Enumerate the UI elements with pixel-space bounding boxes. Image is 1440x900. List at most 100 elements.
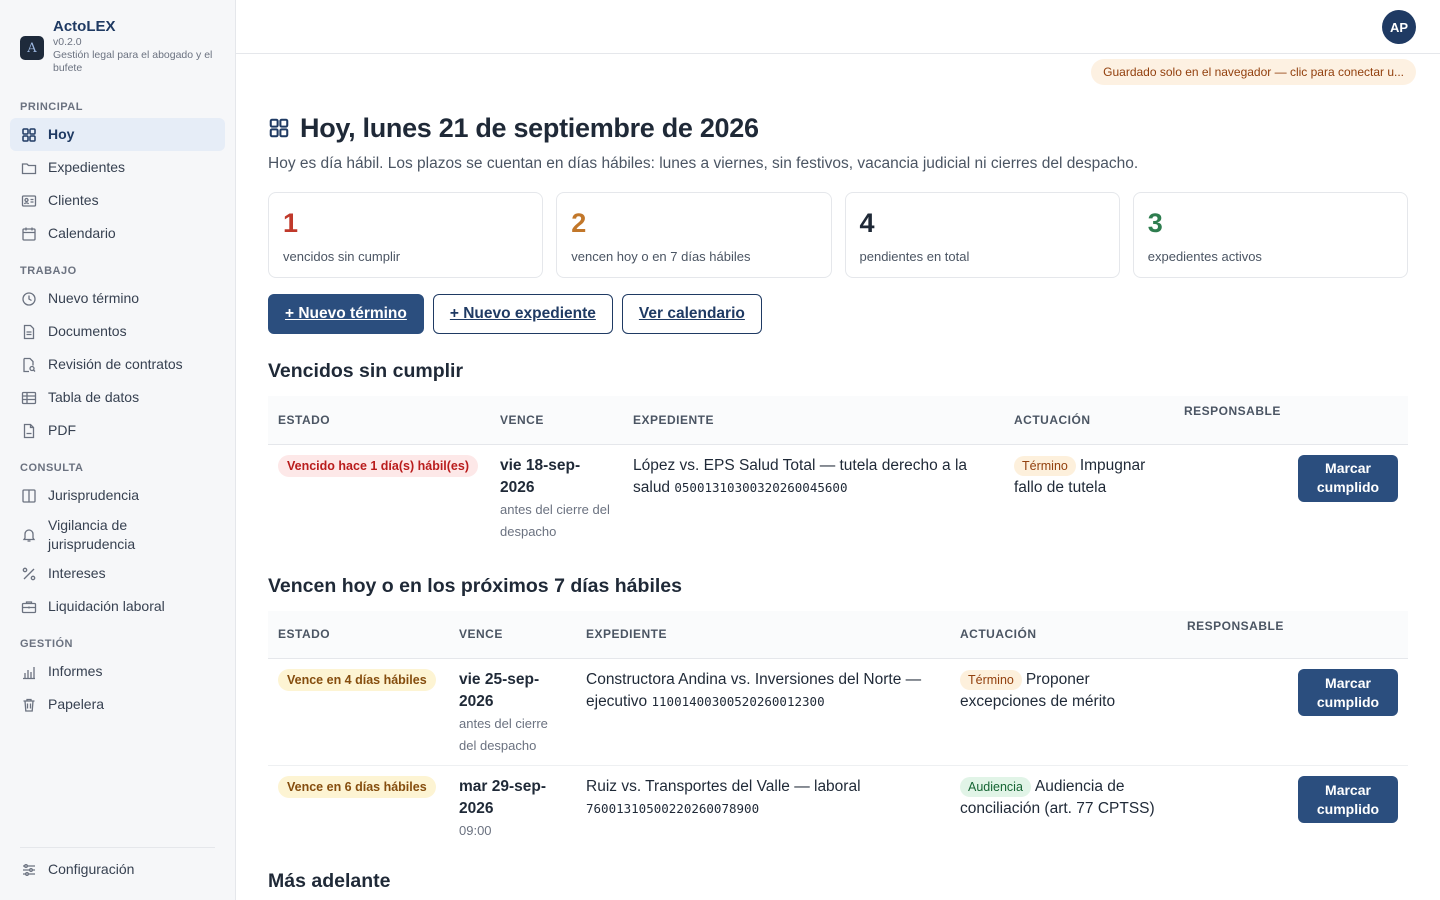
mark-done-button[interactable]: Marcar cumplido bbox=[1298, 454, 1398, 502]
sidebar-item-informes[interactable]: Informes bbox=[10, 655, 225, 688]
topbar: AP bbox=[236, 0, 1440, 54]
sidebar-item-hoy[interactable]: Hoy bbox=[10, 118, 225, 151]
sidebar-item-label: Clientes bbox=[48, 192, 99, 208]
column-header-vence: VENCE bbox=[490, 396, 623, 445]
nav-section-principal: PRINCIPAL bbox=[20, 101, 83, 113]
sidebar-item-revision-contratos[interactable]: Revisión de contratos bbox=[10, 348, 225, 381]
sidebar: A ActoLEX v0.2.0 Gestión legal para el a… bbox=[0, 0, 236, 900]
status-badge: Vencido hace 1 día(s) hábil(es) bbox=[278, 454, 479, 477]
sidebar-item-label: Jurisprudencia bbox=[48, 487, 140, 503]
clock-icon bbox=[20, 290, 38, 308]
sidebar-item-label: Documentos bbox=[48, 323, 127, 339]
new-case-button[interactable]: + Nuevo expediente bbox=[432, 294, 613, 334]
sidebar-item-label: Calendario bbox=[48, 225, 116, 241]
sidebar-item-clientes[interactable]: Clientes bbox=[10, 184, 225, 217]
due-date: mar 29-sep-2026 bbox=[459, 778, 547, 817]
sidebar-item-label: PDF bbox=[48, 422, 76, 438]
section-title-overdue: Vencidos sin cumplir bbox=[268, 360, 464, 382]
avatar[interactable]: AP bbox=[1382, 10, 1416, 44]
due-note: antes del cierre del despacho bbox=[459, 716, 548, 753]
due-note: 09:00 bbox=[459, 823, 492, 838]
case-number: 11001400300520260012300 bbox=[651, 694, 825, 709]
sidebar-item-pdf[interactable]: PDF bbox=[10, 414, 225, 447]
main-content: Hoy, lunes 21 de septiembre de 2026 Hoy … bbox=[268, 100, 1408, 900]
sidebar-item-nuevo-termino[interactable]: Nuevo término bbox=[10, 282, 225, 315]
page-subtitle: Hoy es día hábil. Los plazos se cuentan … bbox=[268, 155, 1139, 172]
sidebar-divider bbox=[20, 847, 215, 848]
sidebar-item-liquidacion[interactable]: Liquidación laboral bbox=[10, 590, 225, 623]
section-title-later: Más adelante bbox=[268, 870, 391, 892]
sidebar-item-papelera[interactable]: Papelera bbox=[10, 688, 225, 721]
grid-icon bbox=[268, 117, 290, 139]
brand[interactable]: A ActoLEX v0.2.0 Gestión legal para el a… bbox=[0, 0, 235, 92]
sidebar-item-label: Tabla de datos bbox=[48, 389, 140, 405]
mark-done-button[interactable]: Marcar cumplido bbox=[1298, 669, 1398, 716]
view-calendar-button[interactable]: Ver calendario bbox=[621, 294, 762, 334]
column-header-actuacion: ACTUACIÓN bbox=[1004, 396, 1174, 445]
stat-label: pendientes en total bbox=[859, 249, 970, 264]
stat-value: 4 bbox=[859, 208, 875, 238]
app-name: ActoLEX bbox=[53, 18, 116, 35]
nav-section-consulta: CONSULTA bbox=[20, 462, 84, 474]
stat-value: 3 bbox=[1147, 208, 1163, 238]
pdf-icon bbox=[20, 422, 38, 440]
stat-label: vencidos sin cumplir bbox=[283, 249, 401, 264]
document-icon bbox=[20, 323, 38, 341]
sidebar-item-expedientes[interactable]: Expedientes bbox=[10, 151, 225, 184]
sidebar-item-configuracion[interactable]: Configuración bbox=[10, 853, 225, 886]
sidebar-item-vigilancia[interactable]: Vigilancia de jurisprudencia bbox=[10, 512, 225, 557]
stat-value: 1 bbox=[283, 208, 299, 238]
column-header-responsable: RESPONSABLE bbox=[1174, 396, 1408, 445]
save-status-banner[interactable]: Guardado solo en el navegador — clic par… bbox=[1091, 59, 1416, 85]
stat-card-vencidos: 1 vencidos sin cumplir bbox=[268, 192, 544, 278]
column-header-estado: ESTADO bbox=[268, 396, 490, 445]
type-tag: Término bbox=[960, 670, 1022, 690]
stat-label: vencen hoy o en 7 días hábiles bbox=[571, 249, 751, 264]
stats-row: 1 vencidos sin cumplir 2 vencen hoy o en… bbox=[268, 192, 1408, 278]
sidebar-item-label: Liquidación laboral bbox=[48, 598, 165, 614]
sidebar-item-calendario[interactable]: Calendario bbox=[10, 217, 225, 250]
table-header-row: ESTADO VENCE EXPEDIENTE ACTUACIÓN RESPON… bbox=[268, 396, 1408, 445]
page-title: Hoy, lunes 21 de septiembre de 2026 bbox=[300, 112, 759, 143]
sidebar-item-jurisprudencia[interactable]: Jurisprudencia bbox=[10, 479, 225, 512]
sidebar-item-label: Revisión de contratos bbox=[48, 356, 183, 372]
document-search-icon bbox=[20, 356, 38, 374]
due-date: vie 25-sep-2026 bbox=[459, 671, 540, 710]
grid-icon bbox=[20, 126, 38, 144]
percent-icon bbox=[20, 565, 38, 583]
table-header-row: ESTADO VENCE EXPEDIENTE ACTUACIÓN RESPON… bbox=[268, 610, 1408, 659]
book-icon bbox=[20, 487, 38, 505]
folder-icon bbox=[20, 159, 38, 177]
table-row: Vencido hace 1 día(s) hábil(es) vie 18-s… bbox=[268, 444, 1408, 551]
sidebar-item-intereses[interactable]: Intereses bbox=[10, 557, 225, 590]
column-header-vence: VENCE bbox=[449, 610, 576, 659]
sidebar-item-tabla-datos[interactable]: Tabla de datos bbox=[10, 381, 225, 414]
upcoming-table: ESTADO VENCE EXPEDIENTE ACTUACIÓN RESPON… bbox=[268, 610, 1408, 851]
sidebar-item-label: Vigilancia de jurisprudencia bbox=[48, 516, 136, 552]
status-badge: Vence en 4 días hábiles bbox=[278, 669, 436, 691]
type-tag: Audiencia bbox=[960, 777, 1031, 797]
sidebar-item-label: Expedientes bbox=[48, 159, 126, 175]
due-date: vie 18-sep-2026 bbox=[500, 456, 581, 496]
sidebar-item-label: Papelera bbox=[48, 696, 105, 712]
page-title-row: Hoy, lunes 21 de septiembre de 2026 bbox=[268, 100, 1408, 156]
sidebar-item-documentos[interactable]: Documentos bbox=[10, 315, 225, 348]
case-number: 76001310500220260078900 bbox=[586, 801, 760, 816]
table-icon bbox=[20, 389, 38, 407]
column-header-responsable: RESPONSABLE bbox=[1177, 610, 1408, 659]
sidebar-item-label: Intereses bbox=[48, 565, 106, 581]
sidebar-item-label: Informes bbox=[48, 663, 103, 679]
stat-value: 2 bbox=[571, 208, 587, 238]
mark-done-button[interactable]: Marcar cumplido bbox=[1298, 776, 1398, 823]
stat-label: expedientes activos bbox=[1147, 249, 1262, 264]
new-term-button[interactable]: + Nuevo término bbox=[268, 294, 424, 334]
column-header-expediente: EXPEDIENTE bbox=[576, 610, 950, 659]
table-row: Vence en 6 días hábiles mar 29-sep-2026 … bbox=[268, 766, 1408, 851]
status-badge: Vence en 6 días hábiles bbox=[278, 776, 436, 798]
section-title-upcoming: Vencen hoy o en los próximos 7 días hábi… bbox=[268, 574, 682, 597]
id-card-icon bbox=[20, 192, 38, 210]
type-tag: Término bbox=[1014, 455, 1076, 476]
case-link[interactable]: Ruiz vs. Transportes del Valle — laboral bbox=[586, 778, 861, 795]
stat-card-vencen: 2 vencen hoy o en 7 días hábiles bbox=[556, 192, 832, 278]
briefcase-icon bbox=[20, 598, 38, 616]
